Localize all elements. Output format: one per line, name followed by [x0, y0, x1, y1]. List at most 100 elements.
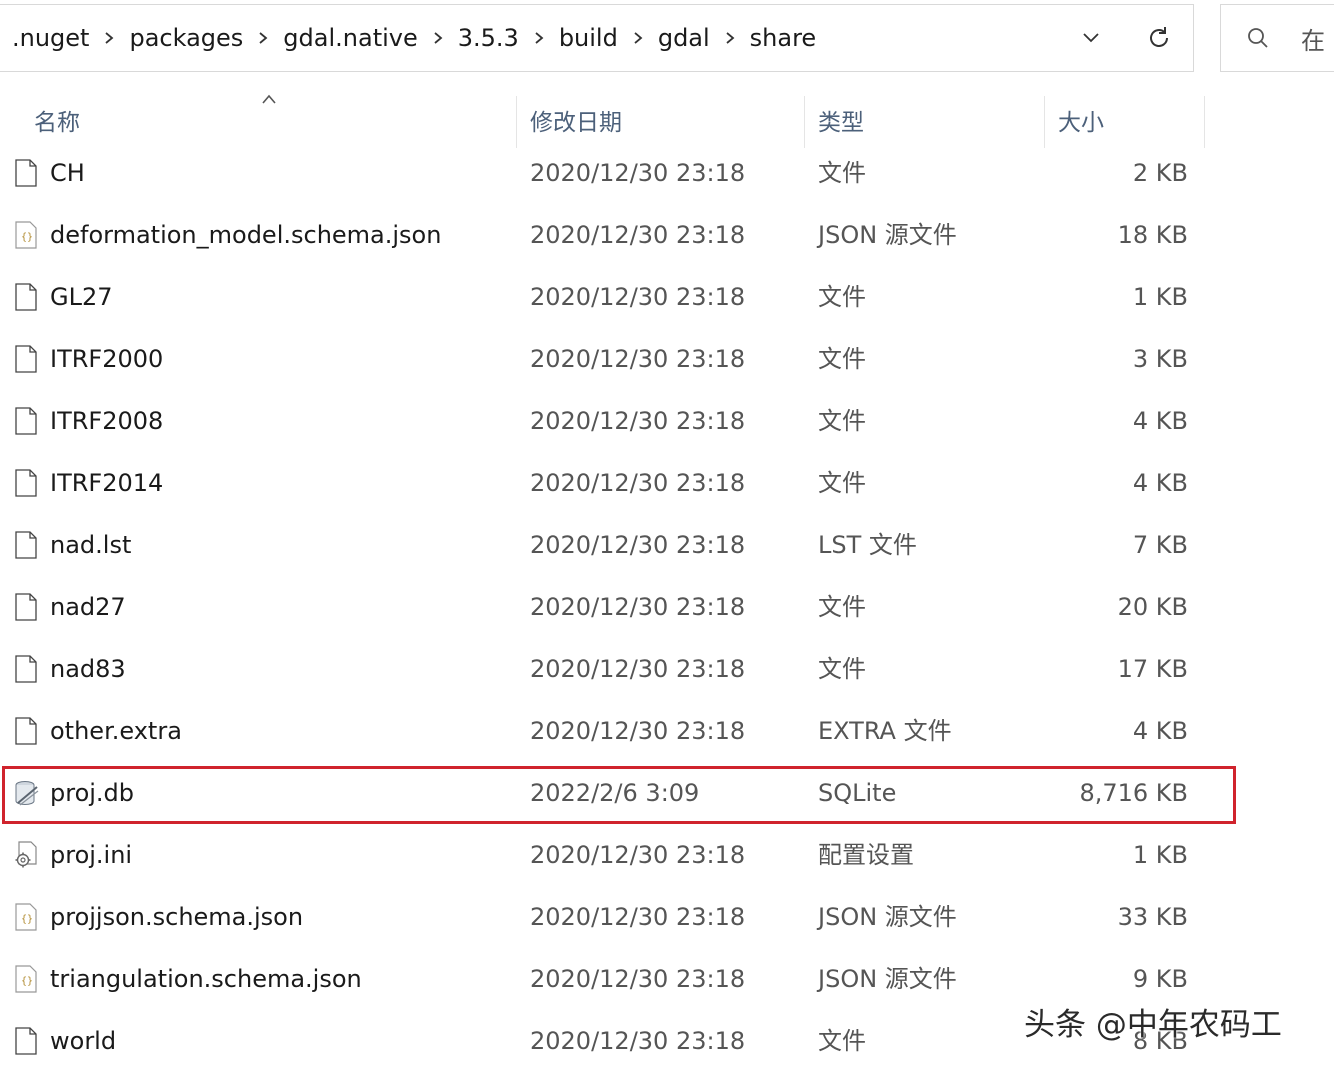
file-row[interactable]: nad83 2020/12/30 23:18 文件 17 KB: [0, 638, 1210, 700]
column-header-type[interactable]: 类型: [818, 92, 864, 148]
breadcrumb-chevron-icon[interactable]: [618, 5, 658, 71]
file-type: JSON 源文件: [818, 903, 957, 931]
breadcrumb-item[interactable]: packages: [129, 24, 243, 52]
breadcrumb-chevron-icon[interactable]: [519, 5, 559, 71]
file-row[interactable]: CH 2020/12/30 23:18 文件 2 KB: [0, 142, 1210, 204]
breadcrumb-item[interactable]: gdal.native: [283, 24, 417, 52]
breadcrumb-chevron-icon[interactable]: [89, 5, 129, 71]
breadcrumb-item[interactable]: build: [559, 24, 618, 52]
settings-file-icon: [12, 824, 40, 886]
file-icon: [12, 576, 40, 638]
file-modified-date: 2020/12/30 23:18: [530, 655, 746, 683]
file-type: EXTRA 文件: [818, 717, 952, 745]
file-size: 18 KB: [1117, 221, 1188, 249]
file-type: LST 文件: [818, 531, 917, 559]
column-header-modified[interactable]: 修改日期: [530, 92, 622, 148]
column-divider[interactable]: [804, 96, 805, 148]
file-size: 4 KB: [1132, 717, 1188, 745]
file-modified-date: 2020/12/30 23:18: [530, 469, 746, 497]
file-size: 4 KB: [1132, 407, 1188, 435]
refresh-icon: [1150, 27, 1168, 47]
refresh-button[interactable]: [1125, 5, 1193, 71]
file-size: 3 KB: [1132, 345, 1188, 373]
file-icon: [12, 142, 40, 204]
file-row[interactable]: nad.lst 2020/12/30 23:18 LST 文件 7 KB: [0, 514, 1210, 576]
file-type: 文件: [818, 1027, 866, 1055]
file-name: proj.db: [50, 779, 135, 807]
watermark: 头条 @中年农码工: [1024, 1007, 1282, 1043]
file-icon: [12, 514, 40, 576]
file-modified-date: 2020/12/30 23:18: [530, 965, 746, 993]
search-icon: [1248, 28, 1268, 48]
file-size: 2 KB: [1132, 159, 1188, 187]
file-type: JSON 源文件: [818, 221, 957, 249]
file-icon: [12, 452, 40, 514]
file-row[interactable]: {} projjson.schema.json 2020/12/30 23:18 JS…: [0, 886, 1210, 948]
file-row[interactable]: proj.ini 2020/12/30 23:18 配置设置 1 KB: [0, 824, 1210, 886]
file-name: GL27: [50, 283, 113, 311]
file-name: other.extra: [50, 717, 182, 745]
file-icon: [12, 328, 40, 390]
breadcrumb-item[interactable]: share: [750, 24, 817, 52]
search-box[interactable]: 在: [1220, 4, 1334, 72]
breadcrumb-chevron-icon[interactable]: [418, 5, 458, 71]
file-type: 文件: [818, 159, 866, 187]
file-name: ITRF2000: [50, 345, 164, 373]
json-file-icon: {}: [12, 204, 40, 266]
file-name: nad83: [50, 655, 126, 683]
file-size: 4 KB: [1132, 469, 1188, 497]
file-size: 17 KB: [1117, 655, 1188, 683]
file-row[interactable]: GL27 2020/12/30 23:18 文件 1 KB: [0, 266, 1210, 328]
breadcrumb-item[interactable]: 3.5.3: [458, 24, 519, 52]
history-dropdown-button[interactable]: [1057, 5, 1125, 71]
breadcrumb: .nuget packages gdal.native 3.5.3 build gdal s…: [0, 5, 1057, 71]
search-input[interactable]: 在: [1301, 21, 1325, 56]
file-name: nad27: [50, 593, 126, 621]
file-type: 文件: [818, 655, 866, 683]
file-type: 配置设置: [818, 841, 914, 869]
file-modified-date: 2022/2/6 3:09: [530, 779, 700, 807]
file-modified-date: 2020/12/30 23:18: [530, 345, 746, 373]
file-icon: [12, 638, 40, 700]
json-file-icon: {}: [12, 886, 40, 948]
column-divider[interactable]: [1044, 96, 1045, 148]
file-icon: [12, 700, 40, 762]
file-row[interactable]: ITRF2014 2020/12/30 23:18 文件 4 KB: [0, 452, 1210, 514]
json-file-icon: {}: [12, 948, 40, 1010]
file-icon: [12, 266, 40, 328]
address-bar[interactable]: .nuget packages gdal.native 3.5.3 build gdal s…: [0, 4, 1194, 72]
file-type: JSON 源文件: [818, 965, 957, 993]
file-type: 文件: [818, 593, 866, 621]
file-size: 1 KB: [1132, 841, 1188, 869]
file-row[interactable]: other.extra 2020/12/30 23:18 EXTRA 文件 4 KB: [0, 700, 1210, 762]
file-name: triangulation.schema.json: [50, 965, 362, 993]
column-header-size[interactable]: 大小: [1058, 92, 1104, 148]
file-row[interactable]: ITRF2000 2020/12/30 23:18 文件 3 KB: [0, 328, 1210, 390]
file-modified-date: 2020/12/30 23:18: [530, 407, 746, 435]
file-row[interactable]: ITRF2008 2020/12/30 23:18 文件 4 KB: [0, 390, 1210, 452]
file-modified-date: 2020/12/30 23:18: [530, 903, 746, 931]
file-name: world: [50, 1027, 117, 1055]
column-header-name[interactable]: 名称: [34, 92, 80, 148]
file-type: SQLite: [818, 779, 897, 807]
file-size: 20 KB: [1117, 593, 1188, 621]
chevron-down-icon: [1083, 33, 1099, 43]
column-divider[interactable]: [516, 96, 517, 148]
breadcrumb-item[interactable]: gdal: [658, 24, 710, 52]
file-name: ITRF2008: [50, 407, 164, 435]
file-name: ITRF2014: [50, 469, 164, 497]
breadcrumb-chevron-icon[interactable]: [243, 5, 283, 71]
file-type: 文件: [818, 345, 866, 373]
breadcrumb-item[interactable]: .nuget: [12, 24, 89, 52]
file-size: 33 KB: [1117, 903, 1188, 931]
sqlite-file-icon: [12, 762, 40, 824]
file-row[interactable]: {} deformation_model.schema.json 2020/12/3…: [0, 204, 1210, 266]
column-divider[interactable]: [1204, 96, 1205, 148]
file-row[interactable]: nad27 2020/12/30 23:18 文件 20 KB: [0, 576, 1210, 638]
svg-text:{}: {}: [21, 232, 33, 243]
file-name: CH: [50, 159, 85, 187]
file-modified-date: 2020/12/30 23:18: [530, 531, 746, 559]
svg-text:{}: {}: [21, 914, 33, 925]
file-row[interactable]: proj.db 2022/2/6 3:09 SQLite 8,716 KB: [0, 762, 1210, 824]
breadcrumb-chevron-icon[interactable]: [710, 5, 750, 71]
